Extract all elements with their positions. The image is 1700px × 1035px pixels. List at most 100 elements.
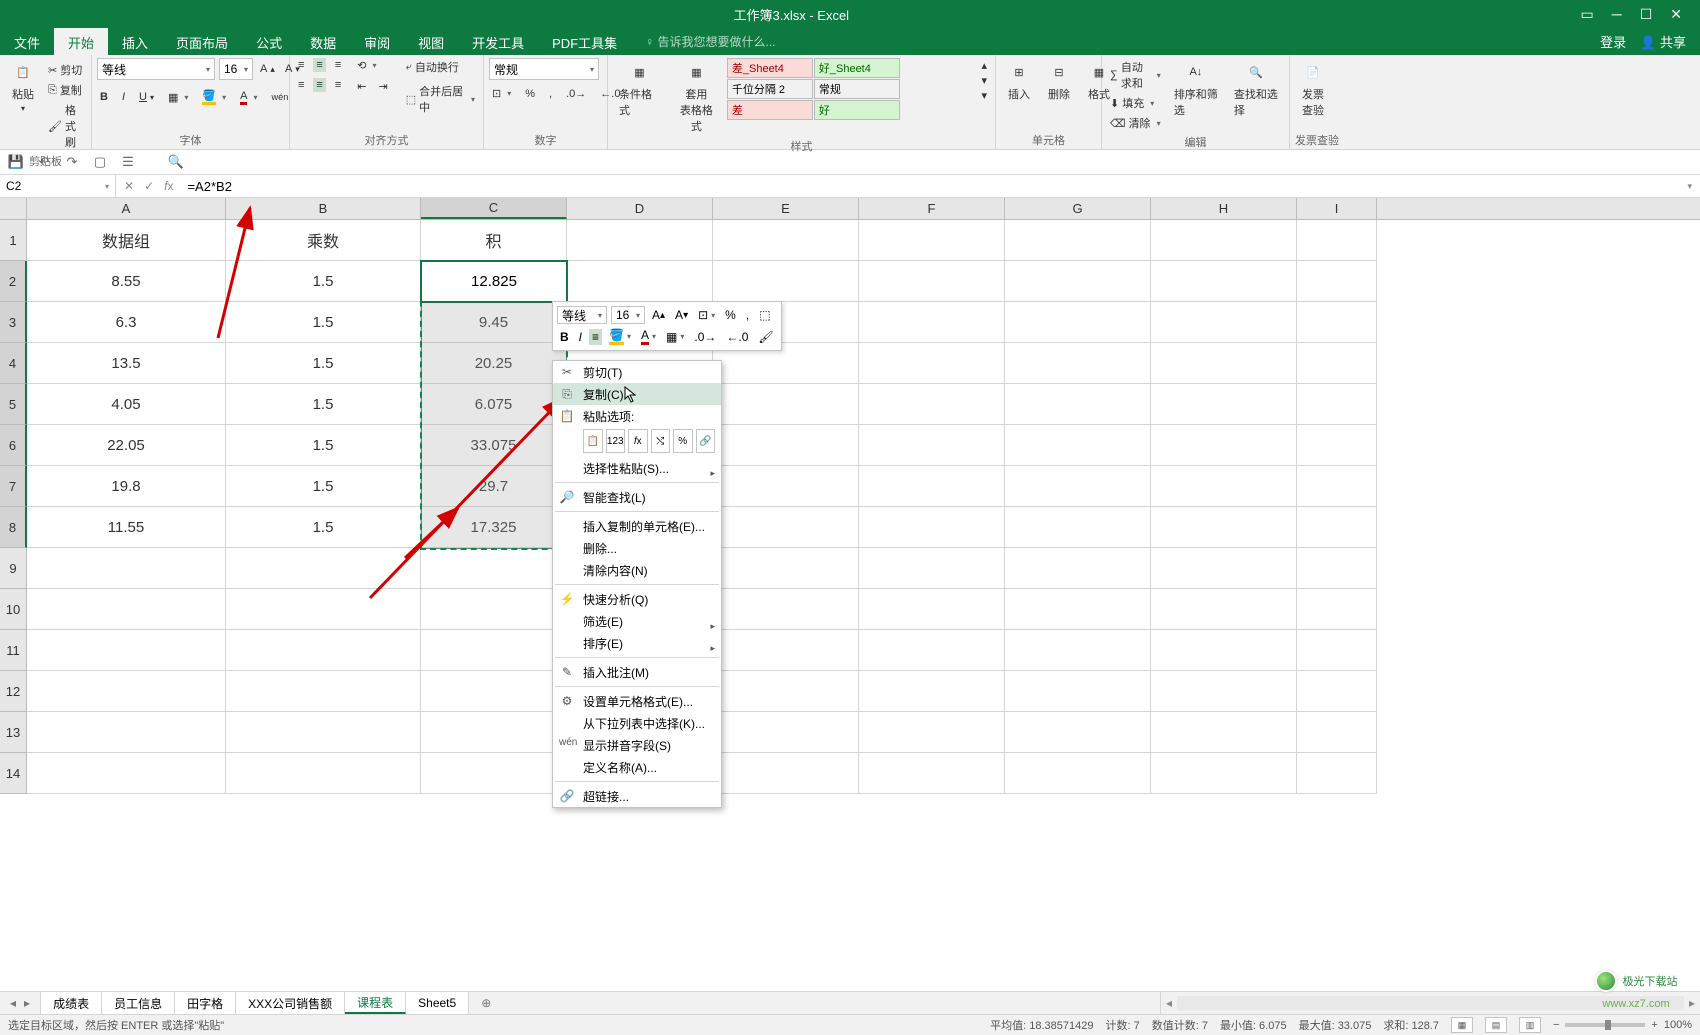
ctx-insert-comment[interactable]: ✎插入批注(M) [553,661,721,683]
cell[interactable] [27,712,226,753]
cell[interactable] [713,507,859,548]
cell[interactable] [1297,712,1377,753]
row-header[interactable]: 5 [0,384,27,425]
cell[interactable] [859,466,1005,507]
maximize-icon[interactable]: ☐ [1640,6,1653,23]
paste-opt-format[interactable]: % [673,429,693,453]
view-break-button[interactable]: ▥ [1519,1017,1541,1033]
cell[interactable] [1297,302,1377,343]
mini-bold[interactable]: B [557,329,572,345]
view-layout-button[interactable]: ▤ [1485,1017,1507,1033]
cell[interactable] [421,753,567,794]
orientation-button[interactable]: ⟲ [354,58,390,73]
save-icon[interactable]: 💾 [8,154,24,170]
cell[interactable] [1297,671,1377,712]
cell[interactable] [713,589,859,630]
col-header-E[interactable]: E [713,198,859,219]
cell[interactable] [1297,548,1377,589]
font-size-select[interactable]: 16 [219,58,253,80]
cell[interactable] [421,630,567,671]
row-header[interactable]: 13 [0,712,27,753]
mini-fill-color[interactable]: 🪣 [606,327,634,346]
cell[interactable] [1151,302,1297,343]
col-header-F[interactable]: F [859,198,1005,219]
cond-format-button[interactable]: ▦条件格式 [613,58,666,120]
zoom-in-icon[interactable]: + [1651,1019,1657,1031]
font-color-button[interactable]: A [237,88,260,106]
cell[interactable] [226,589,421,630]
ctx-clear[interactable]: 清除内容(N) [553,559,721,581]
autosum-button[interactable]: ∑ 自动求和 [1107,58,1164,92]
col-header-D[interactable]: D [567,198,713,219]
sheet-tab[interactable]: XXX公司销售额 [236,992,345,1014]
tab-view[interactable]: 视图 [404,28,458,55]
select-all-corner[interactable] [0,198,27,219]
style-normal[interactable]: 常规 [814,79,900,99]
cell[interactable] [1297,466,1377,507]
style-bad-sheet4[interactable]: 差_Sheet4 [727,58,813,78]
italic-button[interactable]: I [119,88,128,106]
tab-file[interactable]: 文件 [0,28,54,55]
col-header-C[interactable]: C [421,198,567,219]
tab-data[interactable]: 数据 [296,28,350,55]
cell[interactable] [27,589,226,630]
minimize-icon[interactable]: ─ [1612,6,1622,22]
mini-size-select[interactable]: 16 [611,306,645,324]
cell[interactable]: 29.7 [421,466,567,507]
cell[interactable] [713,220,859,261]
cell[interactable]: 1.5 [226,507,421,548]
ctx-delete[interactable]: 删除... [553,537,721,559]
cell[interactable]: 1.5 [226,466,421,507]
tab-home[interactable]: 开始 [54,28,108,55]
row-header[interactable]: 10 [0,589,27,630]
cell[interactable] [421,548,567,589]
cell[interactable] [859,548,1005,589]
mini-font-select[interactable]: 等线 [557,306,607,324]
cell[interactable] [1005,425,1151,466]
bold-button[interactable]: B [97,88,111,106]
mini-align-center[interactable]: ≡ [589,329,602,345]
cell[interactable] [1005,753,1151,794]
row-header[interactable]: 8 [0,507,27,548]
ctx-filter[interactable]: 筛选(E) [553,610,721,632]
align-center-button[interactable]: ≡ [313,78,325,92]
align-right-button[interactable]: ≡ [332,78,344,92]
mini-grow-font[interactable]: A▴ [649,307,668,323]
insert-cells-button[interactable]: ⊞插入 [1001,58,1037,104]
qat-open-icon[interactable]: ☰ [120,154,136,170]
tab-pdf[interactable]: PDF工具集 [538,28,631,55]
cell[interactable] [1005,507,1151,548]
view-normal-button[interactable]: ▦ [1451,1017,1473,1033]
align-bot-button[interactable]: ≡ [332,58,344,72]
cell[interactable] [1151,630,1297,671]
cell[interactable] [27,753,226,794]
cell[interactable] [1151,712,1297,753]
mini-format-painter[interactable]: 🖌 [755,329,776,345]
ctx-insert-copied[interactable]: 插入复制的单元格(E)... [553,515,721,537]
cell[interactable] [859,507,1005,548]
redo-icon[interactable]: ↷ [64,154,80,170]
number-format-select[interactable]: 常规 [489,58,599,80]
style-good-sheet4[interactable]: 好_Sheet4 [814,58,900,78]
paste-opt-transpose[interactable]: ⤭ [651,429,671,453]
gallery-more-button[interactable]: ▾ [978,88,990,103]
cell[interactable] [859,753,1005,794]
inc-decimal-button[interactable]: .0→ [563,86,589,101]
col-header-B[interactable]: B [226,198,421,219]
paste-opt-formula[interactable]: fx [628,429,648,453]
cell[interactable] [226,753,421,794]
ctx-pinyin[interactable]: wén显示拼音字段(S) [553,734,721,756]
cell[interactable] [1297,425,1377,466]
sheet-tab[interactable]: Sheet5 [406,992,469,1014]
copy-button[interactable]: ⎘复制 [45,81,86,99]
zoom-level[interactable]: 100% [1664,1019,1692,1031]
row-header[interactable]: 3 [0,302,27,343]
ctx-copy[interactable]: ⎘复制(C) [553,383,721,405]
cell[interactable] [1005,671,1151,712]
cell[interactable]: 8.55 [27,261,226,302]
cell[interactable] [859,671,1005,712]
cell[interactable] [1151,671,1297,712]
dec-indent-button[interactable]: ⇤ [354,79,369,94]
align-mid-button[interactable]: ≡ [313,58,325,72]
cell[interactable] [1297,220,1377,261]
